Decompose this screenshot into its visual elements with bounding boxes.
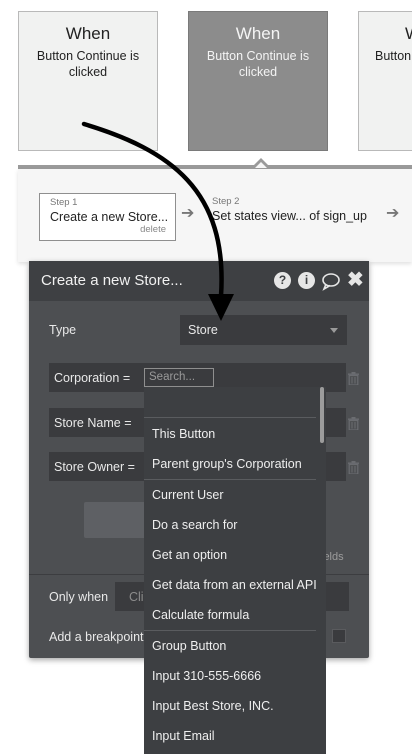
step-1-delete-link[interactable]: delete (140, 224, 166, 235)
step-2-name: Set states view... of sign_up (212, 209, 367, 223)
trash-icon[interactable] (348, 372, 359, 385)
field-operator: = (122, 371, 131, 385)
step-2-card[interactable]: Step 2 Set states view... of sign_up (212, 193, 382, 223)
step-2-label: Step 2 (212, 196, 240, 207)
corporation-search-input[interactable]: Search... (144, 368, 214, 387)
help-icon[interactable]: ? (274, 272, 291, 289)
dropdown-separator (144, 417, 316, 418)
field-operator: = (124, 416, 132, 430)
type-select[interactable]: Store (180, 315, 347, 345)
field-corporation-label: Corporation = (54, 371, 130, 385)
type-select-value: Store (188, 323, 218, 337)
event-title: When (235, 24, 281, 43)
step-1-card[interactable]: Step 1 Create a new Store... delete (39, 193, 176, 241)
data-source-dropdown: This Button Parent group's Corporation C… (144, 387, 326, 754)
event-description: Button (375, 49, 412, 63)
breakpoint-label: Add a breakpoint (49, 630, 144, 644)
event-card-partial[interactable]: W Button (358, 11, 412, 151)
field-name: Store Name (54, 416, 121, 430)
step-1-label: Step 1 (50, 197, 78, 208)
dropdown-item[interactable]: Input 310-555-6666 (152, 669, 261, 683)
event-card-continue-1[interactable]: When Button Continue is clicked (18, 11, 158, 151)
dropdown-separator (144, 630, 316, 631)
dropdown-scrollbar[interactable] (320, 387, 324, 443)
dropdown-separator (144, 479, 316, 480)
panel-title: Create a new Store... (41, 272, 183, 289)
event-title: When (65, 24, 111, 43)
panel-header: Create a new Store... ? i ✖ (29, 261, 369, 301)
step-arrow-icon: ➔ (386, 205, 400, 222)
field-store-owner-label: Store Owner = (54, 460, 135, 474)
field-name: Store Owner (54, 460, 125, 474)
info-icon[interactable]: i (298, 272, 315, 289)
workflow-editor: When Button Continue is clicked When But… (0, 0, 412, 754)
dropdown-item[interactable]: Input Email (152, 729, 215, 743)
dropdown-item[interactable]: Get data from an external API (152, 578, 317, 592)
dropdown-item[interactable]: Do a search for (152, 518, 237, 532)
workflow-steps-strip: Step 1 Create a new Store... delete ➔ St… (18, 169, 412, 262)
field-operator: = (127, 460, 135, 474)
event-description: Button Continue is clicked (36, 49, 140, 79)
event-description: Button Continue is clicked (206, 49, 310, 79)
dropdown-item[interactable]: This Button (152, 427, 215, 441)
selected-event-pointer-fill (255, 162, 267, 168)
dropdown-item[interactable]: Group Button (152, 639, 226, 653)
breakpoint-checkbox[interactable] (332, 629, 346, 643)
add-field-button[interactable] (84, 502, 146, 538)
type-label: Type (49, 323, 77, 337)
field-store-name-label: Store Name = (54, 416, 132, 430)
field-name: Corporation (54, 371, 120, 385)
dropdown-item[interactable]: Parent group's Corporation (152, 457, 302, 471)
step-1-name: Create a new Store... (50, 210, 169, 224)
chevron-down-icon (330, 328, 338, 333)
dropdown-item[interactable]: Calculate formula (152, 608, 249, 622)
step-arrow-icon: ➔ (181, 205, 195, 222)
only-when-label: Only when (49, 590, 109, 604)
dropdown-item[interactable]: Get an option (152, 548, 227, 562)
trash-icon[interactable] (348, 417, 359, 430)
trash-icon[interactable] (348, 461, 359, 474)
event-title: W (359, 24, 412, 44)
event-card-continue-2-selected[interactable]: When Button Continue is clicked (188, 11, 328, 151)
close-icon[interactable]: ✖ (347, 270, 364, 290)
comment-icon[interactable] (321, 271, 341, 291)
dropdown-item[interactable]: Current User (152, 488, 224, 502)
dropdown-item[interactable]: Input Best Store, INC. (152, 699, 274, 713)
